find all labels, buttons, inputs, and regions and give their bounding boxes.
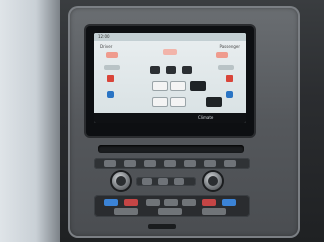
zone-button[interactable]	[152, 97, 168, 107]
passenger-fan-control[interactable]	[218, 65, 234, 70]
volume-knob-cap	[116, 176, 126, 186]
preset-button-7[interactable]	[224, 160, 236, 167]
climate-control-bar	[94, 195, 250, 217]
bottom-bar-label: Climate	[198, 115, 214, 120]
passenger-temp-display[interactable]	[216, 52, 228, 58]
media-button-2[interactable]	[158, 178, 168, 185]
touch-screen[interactable]: 12:00 Driver Passenger Climate	[94, 33, 246, 123]
driver-fan-control[interactable]	[104, 65, 120, 70]
cd-slot	[98, 145, 244, 153]
preset-button-3[interactable]	[144, 160, 156, 167]
climate-heat-right-button[interactable]	[202, 199, 216, 206]
media-button-3[interactable]	[174, 178, 184, 185]
climate-lower-center-button[interactable]	[158, 208, 182, 215]
climate-cool-right-button[interactable]	[222, 199, 236, 206]
ac-icon[interactable]	[150, 66, 160, 74]
passenger-seat-heat-icon[interactable]	[226, 75, 233, 82]
passenger-seat-cool-icon[interactable]	[226, 91, 233, 98]
passenger-zone-label: Passenger	[219, 44, 241, 49]
preset-button-2[interactable]	[124, 160, 136, 167]
screen-bottom-bar: Climate	[94, 113, 246, 123]
status-left-text: 12:00	[98, 34, 110, 39]
off-button[interactable]	[206, 97, 222, 107]
driver-temp-display[interactable]	[106, 52, 118, 58]
climate-cool-left-button[interactable]	[104, 199, 118, 206]
bottom-slot	[148, 224, 176, 229]
climate-mode-button[interactable]	[152, 81, 168, 91]
center-temp-display[interactable]	[163, 49, 177, 55]
rear-defrost-button[interactable]	[170, 97, 186, 107]
preset-button-5[interactable]	[184, 160, 196, 167]
climate-fan-down-button[interactable]	[146, 199, 160, 206]
climate-fan-up-button[interactable]	[164, 199, 178, 206]
left-panel	[0, 0, 60, 242]
screen-status-bar: 12:00	[94, 33, 246, 41]
preset-button-6[interactable]	[204, 160, 216, 167]
climate-heat-left-button[interactable]	[124, 199, 138, 206]
driver-seat-cool-icon[interactable]	[107, 91, 114, 98]
media-button-1[interactable]	[142, 178, 152, 185]
tune-knob-cap	[208, 176, 218, 186]
recirculation-icon[interactable]	[166, 66, 176, 74]
tune-knob[interactable]	[204, 172, 222, 190]
volume-knob[interactable]	[112, 172, 130, 190]
driver-zone-label: Driver	[100, 44, 113, 49]
preset-button-1[interactable]	[104, 160, 116, 167]
preset-button-4[interactable]	[164, 160, 176, 167]
climate-lower-right-button[interactable]	[202, 208, 226, 215]
defrost-icon[interactable]	[182, 66, 192, 74]
media-button-row	[136, 177, 196, 186]
auto-button[interactable]	[170, 81, 186, 91]
radio-button-row	[94, 158, 250, 169]
driver-seat-heat-icon[interactable]	[107, 75, 114, 82]
climate-mode-button[interactable]	[182, 199, 196, 206]
power-button[interactable]	[190, 81, 206, 91]
climate-lower-left-button[interactable]	[114, 208, 138, 215]
